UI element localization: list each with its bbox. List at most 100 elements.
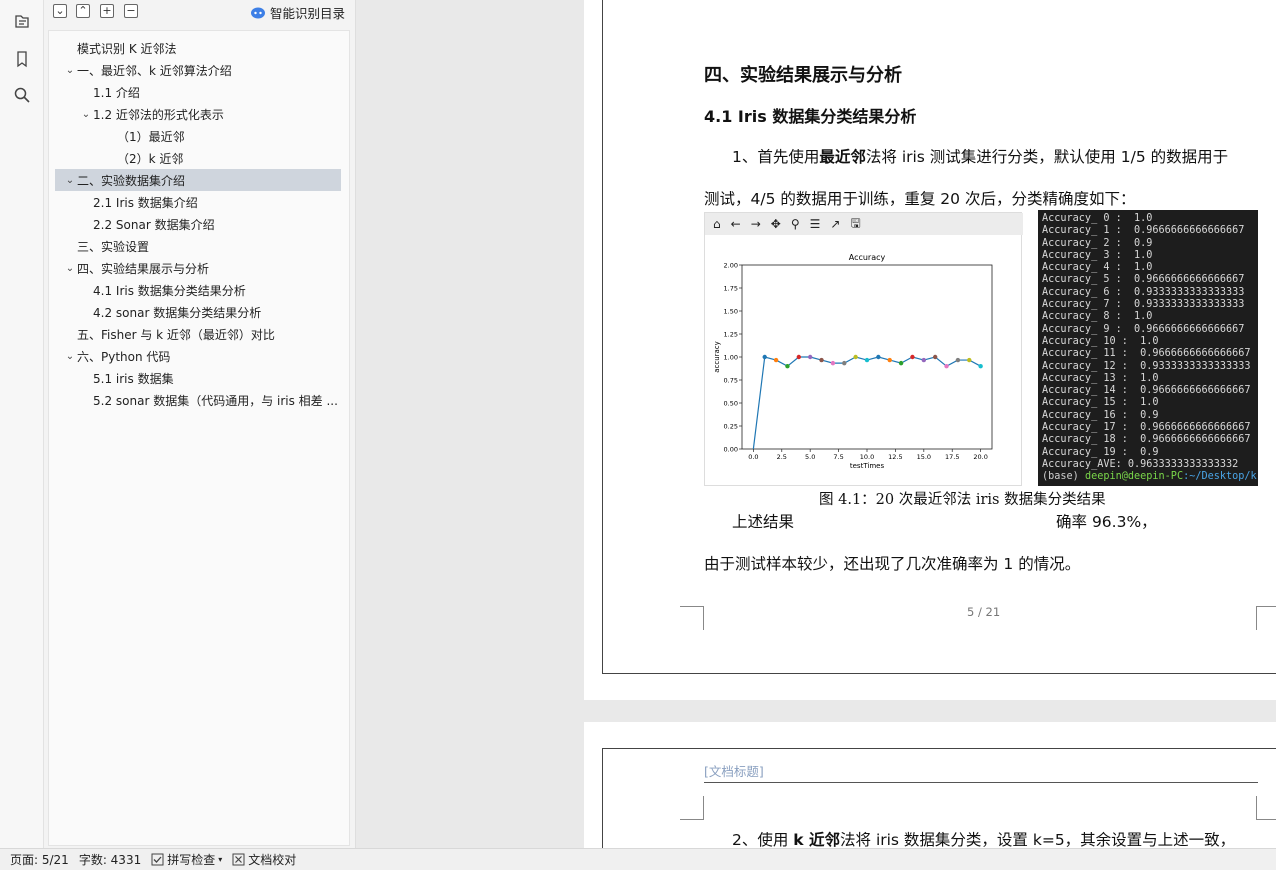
data-point	[944, 364, 949, 369]
outline-item[interactable]: 五、Fisher 与 k 近邻（最近邻）对比	[55, 323, 341, 345]
page-6: [文档标题] 2、使用 k 近邻法将 iris 数据集分类，设置 k=5，其余设…	[584, 722, 1276, 848]
expand-up-button[interactable]: ⌃	[76, 4, 90, 18]
y-tick-label: 0.00	[724, 446, 738, 454]
outline-item-label: 2.2 Sonar 数据集介绍	[93, 217, 215, 232]
terminal-line: Accuracy_ 14 : 0.9666666666666667	[1042, 385, 1251, 397]
terminal-line: Accuracy_ 10 : 1.0	[1042, 335, 1159, 347]
header-placeholder[interactable]: [文档标题]	[704, 761, 1258, 783]
search-icon[interactable]	[8, 81, 36, 109]
page-5: 四、实验结果展示与分析 4.1 Iris 数据集分类结果分析 1、首先使用最近邻…	[584, 0, 1276, 700]
chevron-down-icon[interactable]: ⌄	[79, 109, 93, 120]
x-tick-label: 10.0	[860, 453, 874, 461]
plot-tool-icon: ☰	[809, 217, 821, 231]
x-tick-label: 12.5	[888, 453, 902, 461]
terminal-line: Accuracy_ 2 : 0.9	[1042, 237, 1153, 249]
chart-title: Accuracy	[849, 253, 886, 262]
chevron-down-icon[interactable]: ⌄	[63, 175, 77, 186]
plot-tool-icon: ←	[730, 217, 741, 231]
page-number: 5 / 21	[967, 605, 1001, 619]
terminal-prompt-part: (base)	[1042, 471, 1085, 483]
outline-item-label: 模式识别 K 近邻法	[77, 41, 177, 56]
outline-item[interactable]: ⌄ 六、Python 代码	[55, 345, 341, 367]
y-tick-label: 1.25	[724, 331, 738, 339]
x-tick-label: 0.0	[748, 453, 758, 461]
word-count[interactable]: 字数: 4331	[79, 851, 141, 868]
outline-item[interactable]: 1.1 介绍	[55, 81, 341, 103]
terminal-line: Accuracy_ 0 : 1.0	[1042, 213, 1153, 224]
data-point	[887, 357, 892, 363]
chevron-down-icon[interactable]: ⌄	[63, 263, 77, 274]
crop-mark	[1256, 796, 1276, 820]
outline-item[interactable]: 5.1 iris 数据集	[55, 367, 341, 389]
x-tick-label: 7.5	[833, 453, 843, 461]
smart-toc-label: 智能识别目录	[269, 6, 345, 21]
proofread-button[interactable]: 文档校对	[232, 851, 296, 868]
terminal-line: Accuracy_ 4 : 1.0	[1042, 262, 1153, 274]
collapse-all-button[interactable]: ⌄	[53, 4, 67, 18]
outline-item-label: 2.1 Iris 数据集介绍	[93, 195, 198, 210]
outline-item[interactable]: ⌄ 1.2 近邻法的形式化表示	[55, 103, 341, 125]
terminal-line: Accuracy_ 15 : 1.0	[1042, 397, 1159, 409]
terminal-prompt-part: deepin@deepin-PC	[1084, 471, 1184, 483]
data-point	[830, 360, 836, 366]
x-tick-label: 2.5	[777, 453, 787, 461]
terminal-line: Accuracy_ 18 : 0.9666666666666667	[1042, 434, 1251, 446]
subsection-heading: 4.1 Iris 数据集分类结果分析	[704, 107, 917, 126]
data-point	[819, 357, 824, 363]
outline-item[interactable]: 4.1 Iris 数据集分类结果分析	[55, 279, 341, 301]
y-axis-label: accuracy	[713, 341, 721, 373]
outline-item[interactable]: 三、实验设置	[55, 235, 341, 257]
chevron-down-icon: ▾	[218, 855, 223, 864]
status-bar: 页面: 5/21 字数: 4331 拼写检查 ▾ 文档校对	[0, 848, 1276, 870]
crop-mark	[680, 606, 704, 630]
outline-item[interactable]: 模式识别 K 近邻法	[55, 37, 341, 59]
remove-heading-button[interactable]: −	[124, 4, 138, 18]
outline-item[interactable]: ⌄ 一、最近邻、k 近邻算法介绍	[55, 59, 341, 81]
outline-item[interactable]: ⌄ 二、实验数据集介绍	[55, 169, 341, 191]
paragraph-5: 2、使用 k 近邻法将 iris 数据集分类，设置 k=5，其余设置与上述一致，	[732, 831, 1236, 848]
paragraph-3: 上述结果 确率 96.3%，	[732, 513, 1157, 531]
outline-item[interactable]: ⌄ 四、实验结果展示与分析	[55, 257, 341, 279]
plot-tool-icon: ⚲	[790, 217, 800, 231]
outline-item[interactable]: 2.2 Sonar 数据集介绍	[55, 213, 341, 235]
outline-item-label: 5.2 sonar 数据集（代码通用，与 iris 相差 ...	[93, 393, 338, 408]
outline-item[interactable]: （2）k 近邻	[55, 147, 341, 169]
x-tick-label: 5.0	[805, 453, 815, 461]
outline-item-label: 五、Fisher 与 k 近邻（最近邻）对比	[77, 327, 275, 342]
data-point	[796, 354, 802, 360]
outline-item[interactable]: 5.2 sonar 数据集（代码通用，与 iris 相差 ...	[55, 389, 341, 411]
accuracy-chart: Accuracy testTimes accuracy 0.00 0.25 0.50 0.7…	[713, 253, 993, 470]
terminal-output-image: Accuracy_ 0 : 1.0 Accuracy_ 1 : 0.9666666…	[1038, 210, 1258, 486]
plot-tool-icon: ✥	[770, 217, 781, 231]
chevron-down-icon[interactable]: ⌄	[63, 351, 77, 362]
outline-tree: 模式识别 K 近邻法 ⌄ 一、最近邻、k 近邻算法介绍 1.1 介绍 ⌄ 1.2 近邻法的…	[48, 30, 350, 846]
plot-tool-icon: ⌂	[713, 217, 721, 231]
add-heading-button[interactable]: +	[100, 4, 114, 18]
outline-item-label: 一、最近邻、k 近邻算法介绍	[77, 63, 232, 78]
page-indicator[interactable]: 页面: 5/21	[10, 851, 69, 868]
data-point	[853, 354, 858, 360]
plot-tool-icon: ↗	[830, 217, 841, 231]
outline-item-label: （1）最近邻	[117, 129, 185, 144]
outline-item-label: （2）k 近邻	[117, 151, 184, 166]
x-axis-label: testTimes	[850, 462, 885, 470]
terminal-line: Accuracy_ 5 : 0.9666666666666667	[1042, 274, 1245, 286]
smart-toc-button[interactable]: 智能识别目录	[250, 3, 345, 22]
data-point	[876, 354, 881, 360]
outline-panel: ⌄ ⌃ + − 智能识别目录 模式识别 K 近邻法 ⌄ 一、最近邻、k 近邻算法介绍…	[44, 0, 356, 848]
data-point	[910, 354, 915, 360]
data-point	[773, 357, 779, 363]
spell-check-label: 拼写检查	[167, 853, 216, 867]
bookmark-icon[interactable]	[8, 45, 36, 73]
terminal-line: Accuracy_ 11 : 0.9666666666666667	[1042, 348, 1251, 360]
proofread-icon	[232, 853, 245, 866]
terminal-line: Accuracy_ 17 : 0.9666666666666667	[1042, 422, 1251, 434]
data-point	[807, 354, 813, 360]
chevron-down-icon[interactable]: ⌄	[63, 65, 77, 76]
outline-item[interactable]: （1）最近邻	[55, 125, 341, 147]
outline-item[interactable]: 4.2 sonar 数据集分类结果分析	[55, 301, 341, 323]
y-tick-label: 0.25	[724, 423, 738, 431]
outline-icon[interactable]	[8, 8, 36, 36]
spell-check-toggle[interactable]: 拼写检查 ▾	[151, 851, 222, 868]
outline-item[interactable]: 2.1 Iris 数据集介绍	[55, 191, 341, 213]
